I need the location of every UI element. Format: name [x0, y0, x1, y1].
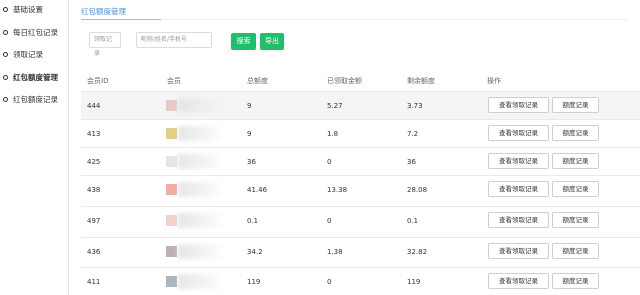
cell-total: 34.2 [247, 248, 263, 256]
quota-records-button[interactable]: 额度记录 [552, 97, 599, 113]
avatar [166, 100, 177, 111]
sidebar-item-label: 基础设置 [13, 4, 43, 14]
blurred-member-name [178, 154, 222, 169]
view-claim-records-button[interactable]: 查看领取记录 [488, 153, 549, 169]
main-content: 红包额度管理 领取记录 昵称/姓名/手机号 搜索 导出 会员ID 会员 总额度 … [69, 0, 640, 295]
radio-dot-icon [3, 29, 8, 35]
cell-member-id: 436 [87, 248, 101, 256]
sidebar-item-quota-management[interactable]: 红包额度管理 [3, 70, 58, 84]
sidebar-item-label: 红包额度记录 [13, 94, 58, 104]
sidebar-item-label: 红包额度管理 [13, 72, 58, 82]
radio-dot-icon [3, 6, 8, 12]
cell-received: 0 [327, 217, 332, 225]
blurred-member-name [178, 182, 222, 197]
cell-remaining: 32.82 [407, 248, 428, 256]
cell-total: 36 [247, 158, 256, 166]
avatar [166, 215, 177, 226]
view-claim-records-button[interactable]: 查看领取记录 [488, 97, 549, 113]
table-row: 438 41.46 13.38 28.08 查看领取记录 额度记录 [81, 175, 640, 203]
search-button[interactable]: 搜索 [231, 33, 256, 50]
column-header-member-id: 会员ID [87, 77, 109, 85]
quota-records-button[interactable]: 额度记录 [552, 153, 599, 169]
cell-received: 0 [327, 158, 332, 166]
sidebar-item-label: 每日红包记录 [13, 27, 58, 37]
cell-received: 1.8 [327, 130, 339, 138]
quota-records-button[interactable]: 额度记录 [552, 181, 599, 197]
radio-dot-icon [3, 74, 8, 80]
record-type-select[interactable]: 领取记录 [89, 32, 121, 57]
view-claim-records-button[interactable]: 查看领取记录 [488, 243, 549, 259]
quota-records-button[interactable]: 额度记录 [552, 273, 599, 289]
avatar [166, 276, 177, 287]
cell-remaining: 28.08 [407, 186, 428, 194]
cell-received: 1.38 [327, 248, 343, 256]
cell-member-id: 413 [87, 130, 101, 138]
title-divider [81, 19, 628, 20]
column-header-total: 总额度 [247, 77, 268, 85]
avatar [166, 246, 177, 257]
view-claim-records-button[interactable]: 查看领取记录 [488, 125, 549, 141]
quota-records-button[interactable]: 额度记录 [552, 212, 599, 228]
table-header: 会员ID 会员 总额度 已领取金额 剩余额度 操作 [81, 72, 640, 90]
table-row: 413 9 1.8 7.2 查看领取记录 额度记录 [81, 119, 640, 147]
blurred-member-name [178, 126, 222, 141]
cell-member-id: 411 [87, 278, 101, 286]
table-row: 411 119 0 119 查看领取记录 额度记录 [81, 267, 640, 295]
cell-received: 0 [327, 278, 332, 286]
sidebar-item-quota-records[interactable]: 红包额度记录 [3, 92, 58, 106]
export-button[interactable]: 导出 [260, 33, 284, 50]
avatar [166, 128, 177, 139]
table-row: 444 9 5.27 3.73 查看领取记录 额度记录 [81, 91, 640, 119]
cell-remaining: 119 [407, 278, 421, 286]
cell-remaining: 7.2 [407, 130, 419, 138]
cell-remaining: 0.1 [407, 217, 419, 225]
cell-total: 9 [247, 130, 252, 138]
cell-total: 41.46 [247, 186, 268, 194]
cell-remaining: 3.73 [407, 102, 423, 110]
column-header-actions: 操作 [487, 77, 501, 85]
cell-total: 119 [247, 278, 261, 286]
cell-received: 13.38 [327, 186, 348, 194]
avatar [166, 184, 177, 195]
cell-member-id: 438 [87, 186, 101, 194]
page-title: 红包额度管理 [81, 7, 126, 16]
table-row: 436 34.2 1.38 32.82 查看领取记录 额度记录 [81, 237, 640, 265]
cell-total: 9 [247, 102, 252, 110]
view-claim-records-button[interactable]: 查看领取记录 [488, 212, 549, 228]
sidebar: 基础设置 每日红包记录 领取记录 红包额度管理 红包额度记录 [0, 0, 69, 295]
quota-records-button[interactable]: 额度记录 [552, 243, 599, 259]
cell-member-id: 425 [87, 158, 101, 166]
sidebar-item-label: 领取记录 [13, 49, 43, 59]
radio-dot-icon [3, 51, 8, 57]
view-claim-records-button[interactable]: 查看领取记录 [488, 273, 549, 289]
column-header-member: 会员 [167, 77, 181, 85]
blurred-member-name [178, 213, 222, 228]
column-header-remaining: 剩余额度 [407, 77, 435, 85]
cell-total: 0.1 [247, 217, 259, 225]
cell-remaining: 36 [407, 158, 416, 166]
cell-member-id: 497 [87, 217, 101, 225]
view-claim-records-button[interactable]: 查看领取记录 [488, 181, 549, 197]
cell-received: 5.27 [327, 102, 343, 110]
quota-records-button[interactable]: 额度记录 [552, 125, 599, 141]
avatar [166, 156, 177, 167]
blurred-member-name [178, 274, 222, 289]
sidebar-item-basic-settings[interactable]: 基础设置 [3, 2, 43, 16]
sidebar-item-daily-records[interactable]: 每日红包记录 [3, 25, 58, 39]
search-input[interactable]: 昵称/姓名/手机号 [136, 32, 212, 48]
column-header-received: 已领取金额 [327, 77, 362, 85]
table-row: 497 0.1 0 0.1 查看领取记录 额度记录 [81, 206, 640, 234]
sidebar-item-claim-records[interactable]: 领取记录 [3, 47, 43, 61]
blurred-member-name [178, 244, 222, 259]
cell-member-id: 444 [87, 102, 101, 110]
table-row: 425 36 0 36 查看领取记录 额度记录 [81, 147, 640, 175]
radio-dot-icon [3, 96, 8, 102]
blurred-member-name [178, 98, 222, 113]
